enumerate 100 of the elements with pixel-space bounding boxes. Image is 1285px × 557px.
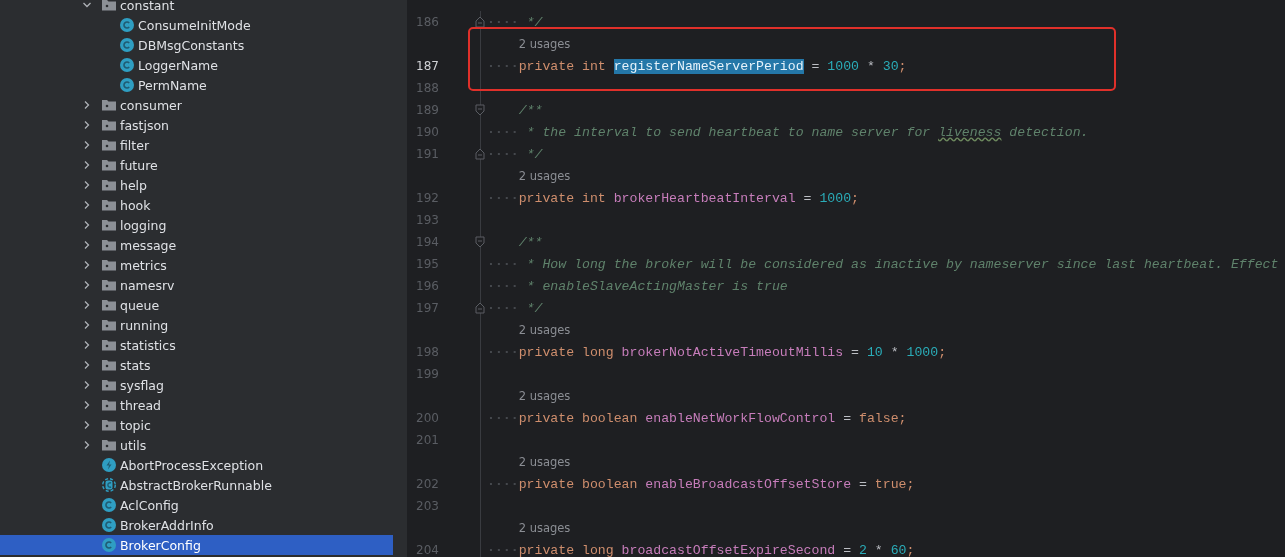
tree-item-label: PermName [138, 77, 207, 93]
tree-item[interactable]: DBMsgConstants [0, 35, 393, 55]
fold-icon[interactable] [475, 104, 485, 116]
tree-item-label: sysflag [120, 377, 164, 393]
tree-item[interactable]: stats [0, 355, 393, 375]
fold-icon[interactable] [475, 16, 485, 28]
chevron-right-icon[interactable] [82, 360, 92, 370]
tree-item[interactable]: thread [0, 395, 393, 415]
tree-item[interactable]: metrics [0, 255, 393, 275]
chevron-right-icon[interactable] [82, 240, 92, 250]
chevron-right-icon[interactable] [82, 400, 92, 410]
class-icon [102, 518, 116, 532]
chevron-right-icon[interactable] [82, 160, 92, 170]
tree-item[interactable]: message [0, 235, 393, 255]
tree-item[interactable]: consumer [0, 95, 393, 115]
folder-icon [102, 279, 116, 291]
tree-item[interactable]: queue [0, 295, 393, 315]
line-number: 192 [416, 191, 439, 205]
usages-hint[interactable]: 2 usages [518, 37, 571, 51]
chevron-right-icon[interactable] [82, 320, 92, 330]
code-line: private long brokerNotActiveTimeoutMillis = 10 * 1000; [487, 344, 947, 360]
folder-icon [102, 439, 116, 451]
tree-item[interactable]: ConsumeInitMode [0, 15, 393, 35]
tree-item-label: filter [120, 137, 150, 153]
tree-item[interactable]: topic [0, 415, 393, 435]
fold-icon[interactable] [475, 148, 485, 160]
chevron-down-icon[interactable] [82, 0, 92, 10]
chevron-right-icon[interactable] [82, 340, 92, 350]
code-line: /** [517, 102, 543, 118]
tree-item[interactable]: statistics [0, 335, 393, 355]
line-number: 197 [416, 301, 439, 315]
tree-item-label: DBMsgConstants [138, 37, 245, 53]
tree-item[interactable]: BrokerConfig [0, 535, 393, 555]
tree-item[interactable]: AbortProcessException [0, 455, 393, 475]
folder-icon [102, 339, 116, 351]
class-icon [120, 18, 134, 32]
tree-item-label: queue [120, 297, 160, 313]
line-number: 201 [416, 433, 439, 447]
chevron-right-icon[interactable] [82, 260, 92, 270]
tree-item-label: utils [120, 437, 147, 453]
chevron-right-icon[interactable] [82, 120, 92, 130]
chevron-right-icon[interactable] [82, 100, 92, 110]
chevron-right-icon[interactable] [82, 440, 92, 450]
tree-item-label: namesrv [120, 277, 175, 293]
chevron-right-icon[interactable] [82, 140, 92, 150]
folder-icon [102, 139, 116, 151]
tree-item[interactable]: running [0, 315, 393, 335]
chevron-right-icon[interactable] [82, 200, 92, 210]
tree-item[interactable]: AclConfig [0, 495, 393, 515]
code-line: * the interval to send heartbeat to name server for liveness detection. [487, 124, 1089, 140]
tree-item[interactable]: BrokerAddrInfo [0, 515, 393, 535]
tree-item[interactable]: AbstractBrokerRunnable [0, 475, 393, 495]
usages-hint[interactable]: 2 usages [518, 455, 571, 469]
tree-item[interactable]: fastjson [0, 115, 393, 135]
usages-hint[interactable]: 2 usages [518, 323, 571, 337]
tree-item[interactable]: logging [0, 215, 393, 235]
chevron-right-icon[interactable] [82, 280, 92, 290]
tree-item[interactable]: namesrv [0, 275, 393, 295]
tree-item-label: fastjson [120, 117, 170, 133]
chevron-right-icon[interactable] [82, 180, 92, 190]
folder-icon [102, 419, 116, 431]
chevron-right-icon[interactable] [82, 420, 92, 430]
line-number: 202 [416, 477, 439, 491]
tree-item-label: running [120, 317, 169, 333]
usages-hint[interactable]: 2 usages [518, 389, 571, 403]
class-icon [120, 58, 134, 72]
tree-item[interactable]: PermName [0, 75, 393, 95]
tree-item-label: AbortProcessException [120, 457, 264, 473]
code-line: /** [517, 234, 543, 250]
tree-item-label: metrics [120, 257, 167, 273]
usages-hint[interactable]: 2 usages [518, 521, 571, 535]
tree-item-label: ConsumeInitMode [138, 17, 251, 33]
tree-item[interactable]: utils [0, 435, 393, 455]
chevron-right-icon[interactable] [82, 220, 92, 230]
chevron-right-icon[interactable] [82, 300, 92, 310]
tree-item[interactable]: filter [0, 135, 393, 155]
tree-item-label: help [120, 177, 148, 193]
exception-icon [102, 458, 116, 472]
chevron-right-icon[interactable] [82, 380, 92, 390]
fold-icon[interactable] [475, 302, 485, 314]
folder-icon [102, 219, 116, 231]
tree-item[interactable]: future [0, 155, 393, 175]
class-icon [102, 538, 116, 552]
tree-item[interactable]: LoggerName [0, 55, 393, 75]
folder-icon [102, 299, 116, 311]
usages-hint[interactable]: 2 usages [518, 169, 571, 183]
tree-item[interactable]: help [0, 175, 393, 195]
code-line: */ [487, 146, 543, 162]
tree-item-label: LoggerName [138, 57, 218, 73]
tree-item[interactable]: hook [0, 195, 393, 215]
line-number: 193 [416, 213, 439, 227]
code-line: * enableSlaveActingMaster is true [487, 278, 788, 294]
tree-item[interactable]: sysflag [0, 375, 393, 395]
folder-icon [102, 399, 116, 411]
code-line: private boolean enableNetWorkFlowControl = false; [487, 410, 907, 426]
tree-item[interactable]: constant [0, 0, 393, 15]
line-number: 200 [416, 411, 439, 425]
fold-icon[interactable] [475, 236, 485, 248]
line-number: 194 [416, 235, 439, 249]
line-number: 204 [416, 543, 439, 557]
